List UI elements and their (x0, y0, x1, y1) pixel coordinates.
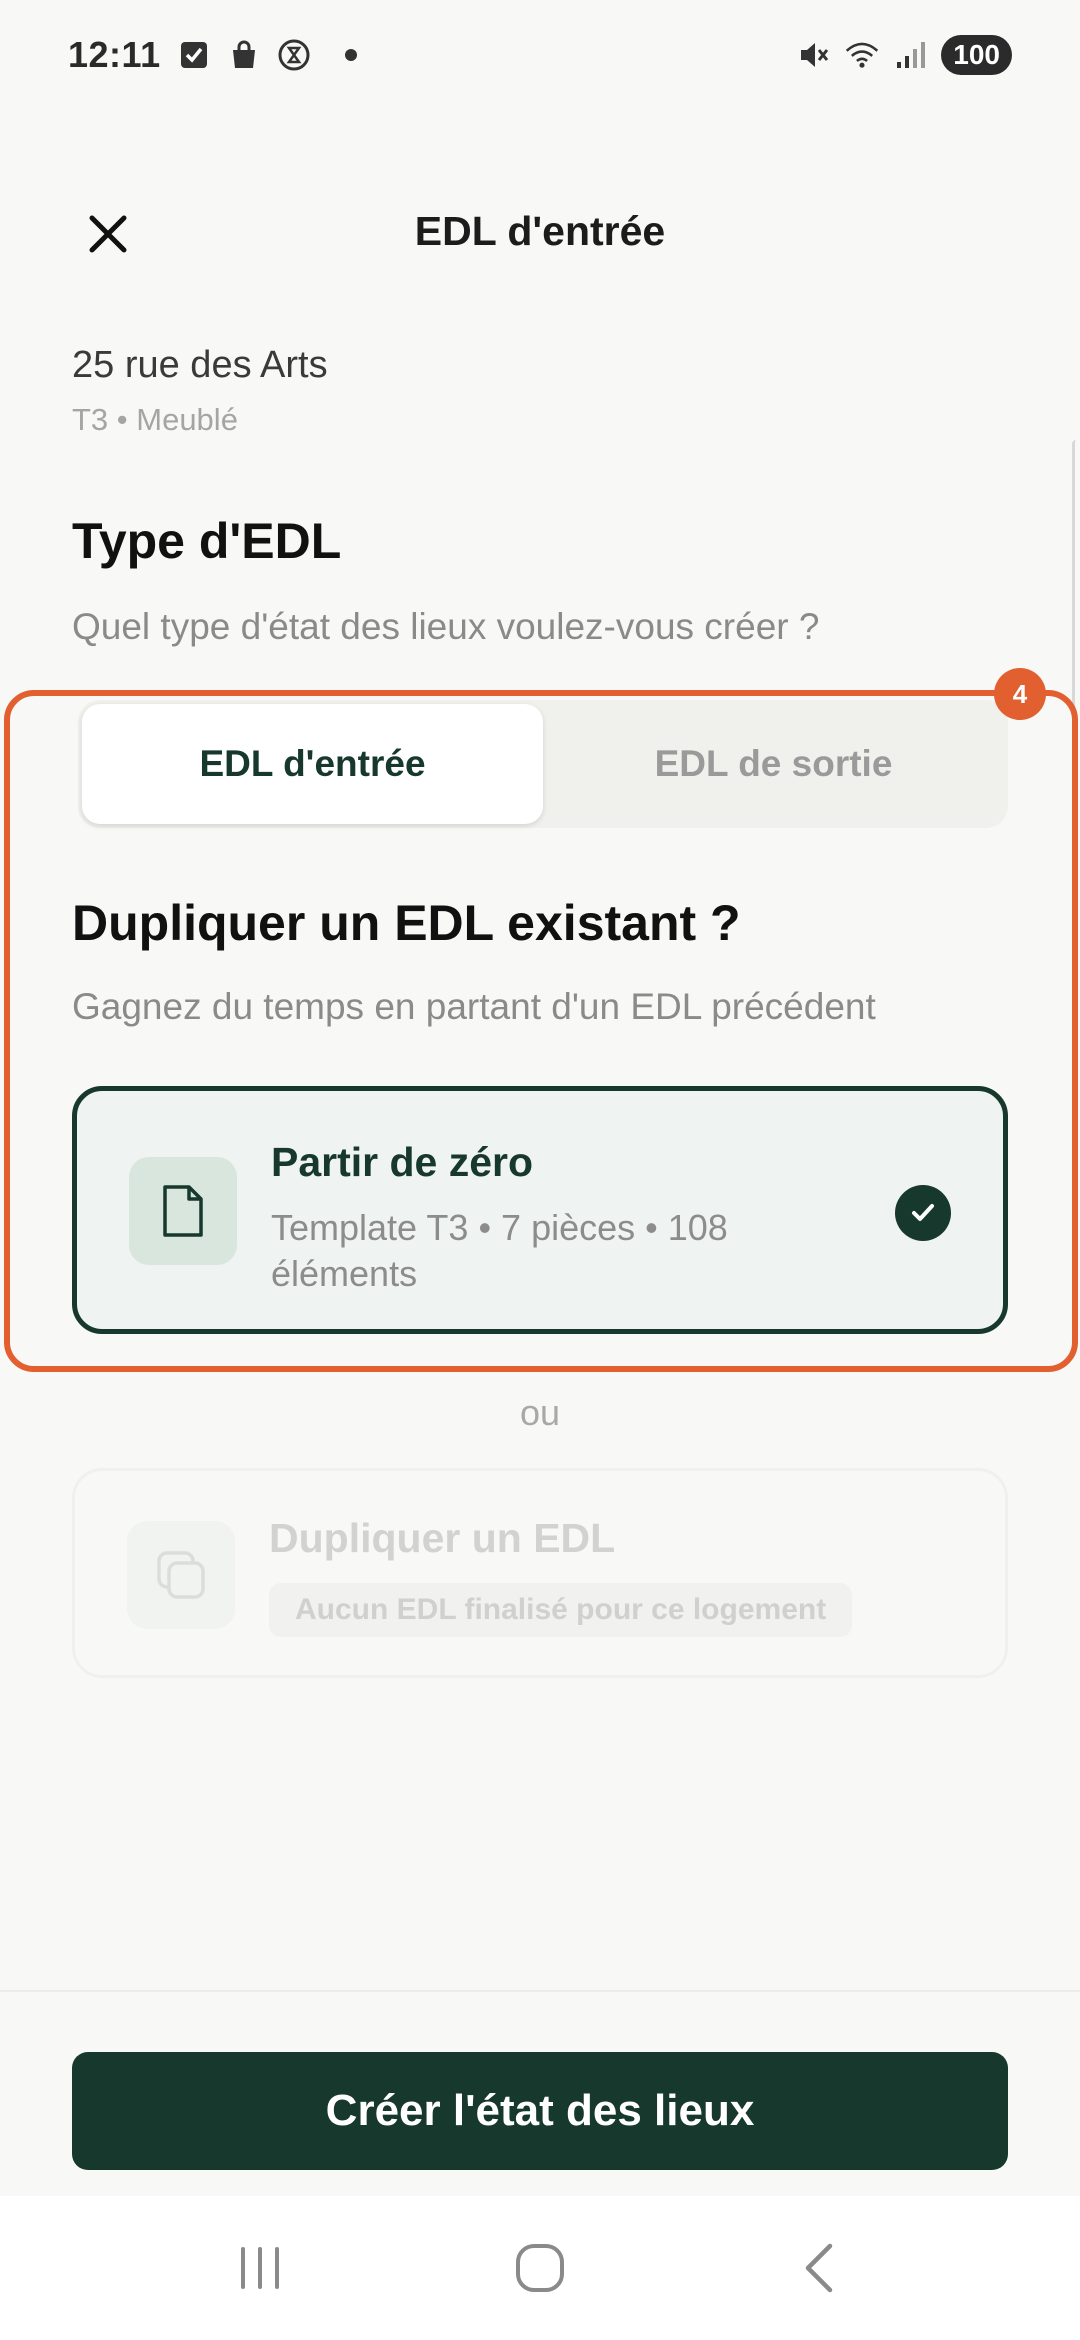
no-edl-badge: Aucun EDL finalisé pour ce logement (269, 1583, 853, 1637)
mute-icon (797, 38, 831, 72)
type-section-title: Type d'EDL (72, 513, 342, 569)
signal-icon (893, 38, 927, 72)
status-right: 100 (797, 35, 1012, 75)
system-nav-bar (0, 2196, 1080, 2340)
option-duplicate-title: Dupliquer un EDL (269, 1515, 616, 1561)
back-icon (805, 2243, 833, 2293)
status-time: 12:11 (68, 34, 161, 75)
status-left: 12:11 (68, 34, 357, 76)
create-edl-button[interactable]: Créer l'état des lieux (72, 2052, 1008, 2170)
property-address: 25 rue des Arts (72, 344, 328, 386)
header: EDL d'entrée (0, 180, 1080, 280)
home-icon (516, 2244, 564, 2292)
recent-apps-icon (241, 2247, 279, 2289)
wifi-icon (845, 38, 879, 72)
page-title: EDL d'entrée (414, 208, 666, 254)
property-details: T3 • Meublé (72, 402, 238, 437)
recent-apps-button[interactable] (220, 2228, 300, 2308)
battery-indicator: 100 (941, 35, 1012, 75)
bottom-divider (0, 1990, 1080, 1992)
shopping-bag-icon (227, 38, 261, 72)
status-bar: 12:11 100 (0, 0, 1080, 110)
back-button[interactable] (780, 2228, 860, 2308)
checkbox-icon (177, 38, 211, 72)
home-button[interactable] (500, 2228, 580, 2308)
timer-icon (277, 38, 311, 72)
dot-icon (344, 49, 357, 61)
annotation-badge: 4 (994, 668, 1046, 720)
or-separator: ou (519, 1392, 561, 1433)
type-section-subtitle: Quel type d'état des lieux voulez-vous c… (72, 606, 820, 647)
copy-icon (127, 1521, 235, 1629)
annotation-highlight-box (4, 690, 1078, 1372)
option-duplicate-edl: Dupliquer un EDL Aucun EDL finalisé pour… (72, 1468, 1008, 1678)
